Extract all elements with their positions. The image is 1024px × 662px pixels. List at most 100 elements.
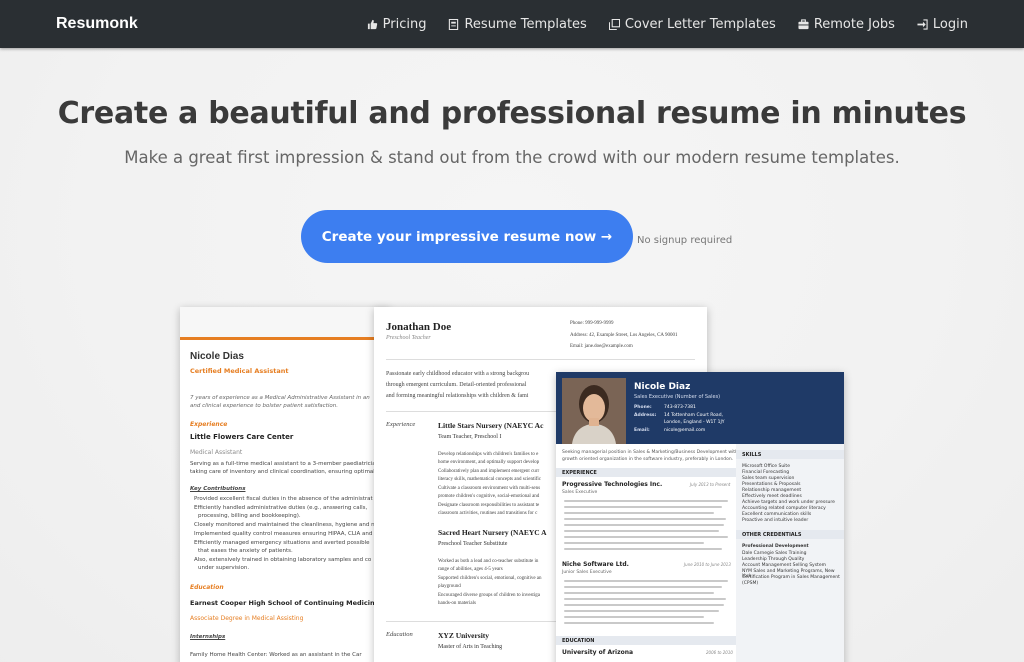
bullet-line: Also, extensively trained in obtaining l…: [194, 557, 372, 563]
skill-item: Relationship management: [742, 488, 802, 493]
text-line: [564, 542, 704, 544]
nav-remote-jobs-label: Remote Jobs: [813, 16, 895, 32]
resume-name: Nicole Diaz: [634, 382, 691, 392]
text-line: [564, 592, 714, 594]
resume-summary-line: 7 years of experience as a Medical Admin…: [190, 395, 370, 401]
resume-preview-sales-executive: Nicole Diaz Sales Executive (Number of S…: [556, 372, 844, 662]
bullet-line: Provided excellent fiscal duties in the …: [194, 496, 373, 502]
bullet-line: Collaboratively plan and implement emerg…: [438, 469, 540, 474]
resume-role: Certified Medical Assistant: [190, 367, 289, 375]
resume-summary-line: and clinical experience to bolster patie…: [190, 403, 338, 409]
bullet-line: Cultivate a classroom environment with m…: [438, 486, 541, 491]
school-name: Earnest Cooper High School of Continuing…: [190, 599, 379, 607]
profile-photo: [562, 378, 626, 444]
text-line: [564, 580, 728, 582]
brand-logo[interactable]: Resumonk: [56, 15, 138, 33]
resume-name: Nicole Dias: [190, 351, 244, 362]
contact-email: Email: jane.doe@example.com: [570, 344, 633, 349]
nav-pricing-link[interactable]: Pricing: [367, 17, 426, 32]
other-credentials-heading: OTHER CREDENTIALS: [742, 532, 802, 538]
job-title: Preschool Teacher Substitute: [438, 541, 508, 547]
credential-item: Account Management Selling System: [742, 563, 826, 568]
company-name: Little Flowers Care Center: [190, 433, 294, 441]
bullet-line: Supported children's social, emotional, …: [438, 576, 542, 581]
job-title: Junior Sales Executive: [562, 570, 612, 575]
top-navbar: Resumonk Pricing Resume Templates Cover …: [0, 0, 1024, 48]
bullet-line: Implemented quality control measures ens…: [194, 531, 373, 537]
internship-line: Family Home Health Center: Worked as an …: [190, 652, 362, 658]
nav-cover-letter-templates-link[interactable]: Cover Letter Templates: [608, 16, 776, 32]
phone-value: 743-873-7381: [664, 405, 696, 410]
skill-item: Presentations & Proposals: [742, 482, 801, 487]
credential-subheading: Professional Development: [742, 544, 809, 549]
skills-heading: SKILLS: [742, 452, 762, 458]
company-name: Progressive Technologies Inc.: [562, 481, 663, 488]
bullet-line: that eases the anxiety of patients.: [198, 548, 293, 554]
text-line: [564, 518, 726, 520]
skill-item: Proactive and intuitive leader: [742, 518, 809, 523]
bullet-line: Develop relationships with children's fa…: [438, 452, 539, 457]
divider: [386, 359, 695, 360]
bullet-line: home environment, and optimally support …: [438, 460, 540, 465]
credential-item: Leadership Through Quality: [742, 557, 805, 562]
email-label: Email:: [634, 428, 650, 433]
bullet-line: playground: [438, 584, 461, 589]
thumbs-up-icon: [367, 19, 378, 30]
nav-login-link[interactable]: Login: [917, 17, 968, 32]
text-line: [564, 616, 704, 618]
summary-line: Seeking managerial position in Sales & M…: [562, 450, 743, 455]
nav-remote-jobs-link[interactable]: Remote Jobs: [798, 17, 895, 32]
job-employer: Little Stars Nursery (NAEYC Ac: [438, 421, 544, 430]
school-dates: 2006 to 2010: [706, 650, 733, 655]
text-line: [564, 500, 728, 502]
skill-item: Excellent communication skills: [742, 512, 812, 517]
credential-item: (CPSM): [742, 581, 759, 586]
nav-cover-letter-templates-label: Cover Letter Templates: [624, 16, 776, 32]
degree: Associate Degree in Medical Assisting: [190, 615, 304, 622]
address-label: Address:: [634, 413, 657, 418]
job-dates: July 2013 to Present: [690, 482, 731, 487]
school-name: University of Arizona: [562, 649, 634, 656]
contact-address: Address: 42, Example Street, Los Angeles…: [570, 333, 678, 338]
nav-links: Pricing Resume Templates Cover Letter Te…: [345, 17, 968, 32]
skill-item: Effectively meet deadlines: [742, 494, 802, 499]
bullet-line: promote children's cognitive, social-emo…: [438, 494, 540, 499]
text-line: [564, 622, 714, 624]
bullet-line: under supervision.: [198, 565, 250, 571]
text-line: [564, 598, 726, 600]
document-icon: [448, 18, 459, 30]
skill-item: Accounting related computer literacy: [742, 506, 826, 511]
nav-login-label: Login: [932, 16, 968, 32]
credential-item: Certification Program in Sales Managemen…: [742, 575, 840, 580]
resume-preview-medical-assistant: Nicole Dias Certified Medical Assistant …: [180, 307, 390, 662]
company-name: Niche Software Ltd.: [562, 561, 629, 568]
bullet-line: Designate classroom responsibilities to …: [438, 503, 540, 508]
nav-resume-templates-label: Resume Templates: [464, 16, 587, 32]
contact-phone: Phone: 999-999-9999: [570, 321, 614, 326]
skill-item: Microsoft Office Suite: [742, 464, 790, 469]
summary-line: growth oriented organization in the soft…: [562, 457, 734, 462]
resume-role: Sales Executive (Number of Sales): [634, 394, 721, 400]
section-heading: EXPERIENCE: [562, 470, 597, 476]
no-signup-note: No signup required: [637, 235, 733, 246]
key-contributions-heading: Key Contributions: [190, 486, 246, 492]
text-line: [564, 610, 719, 612]
resume-name: Jonathan Doe: [386, 321, 452, 333]
job-desc-line: taking care of inventory and clinical co…: [190, 469, 375, 475]
text-line: [564, 586, 722, 588]
bullet-line: Encouraged diverse groups of children to…: [438, 593, 540, 598]
section-heading: Education: [386, 631, 413, 638]
sign-in-icon: [917, 18, 928, 30]
resume-role: Preschool Teacher: [386, 335, 431, 341]
section-heading: Experience: [190, 421, 228, 428]
bullet-line: Worked as both a lead and co-teacher sub…: [438, 559, 539, 564]
create-resume-button[interactable]: Create your impressive resume now →: [301, 210, 633, 263]
text-line: [564, 604, 724, 606]
accent-bar: [180, 337, 390, 340]
skill-item: Sales team supervision: [742, 476, 795, 481]
text-line: [564, 548, 722, 550]
section-heading: EDUCATION: [562, 638, 595, 644]
nav-resume-templates-link[interactable]: Resume Templates: [448, 16, 587, 32]
skill-item: Achieve targets and work under pressure: [742, 500, 835, 505]
phone-label: Phone:: [634, 405, 652, 410]
